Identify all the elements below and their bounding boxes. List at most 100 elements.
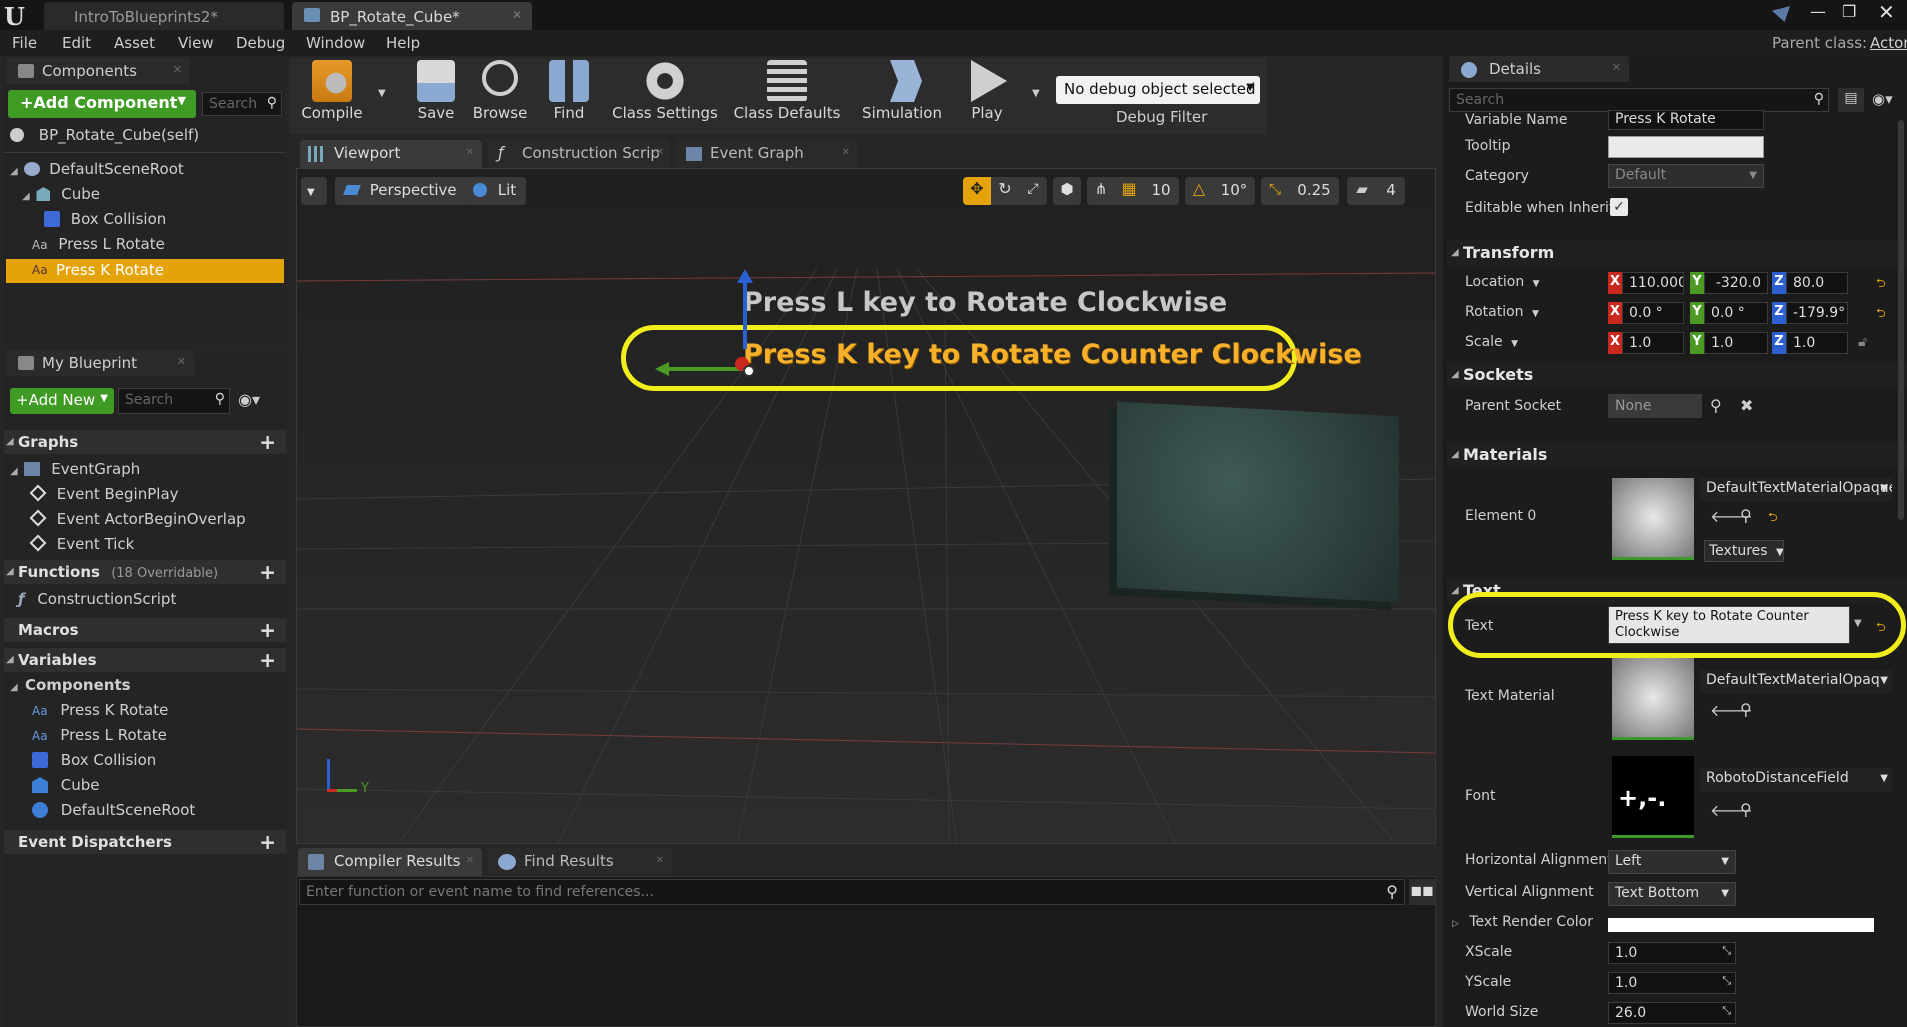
- expand-arrow-icon[interactable]: ◢: [10, 682, 18, 693]
- add-graph-button[interactable]: +: [259, 430, 276, 454]
- close-icon[interactable]: ✕: [466, 147, 474, 158]
- tree-item-cube[interactable]: ◢ Cube: [22, 185, 100, 203]
- grid-snap-value[interactable]: 10: [1143, 177, 1179, 205]
- maximize-icon[interactable]: ❐: [1842, 2, 1856, 21]
- scale-snap-value[interactable]: 0.25: [1289, 177, 1339, 205]
- menu-window[interactable]: Window: [306, 34, 365, 52]
- camera-speed-value[interactable]: 4: [1377, 177, 1405, 205]
- sockets-header[interactable]: ◢ Sockets: [1447, 362, 1907, 388]
- play-options-chevron-icon[interactable]: ▼: [1032, 88, 1040, 99]
- reset-to-default-icon[interactable]: ⮌: [1876, 618, 1886, 639]
- scale-z-field[interactable]: 1.0: [1786, 332, 1848, 354]
- close-icon[interactable]: ✕: [656, 855, 664, 866]
- lit-button[interactable]: Lit: [463, 177, 527, 205]
- close-icon[interactable]: ✕: [512, 8, 522, 22]
- scale-label[interactable]: Scale ▼: [1465, 334, 1518, 350]
- rotation-snap-value[interactable]: 10°: [1213, 177, 1255, 205]
- surface-snap-icon[interactable]: ⋔: [1087, 177, 1115, 205]
- close-window-icon[interactable]: ✕: [1878, 0, 1895, 24]
- browse-asset-icon[interactable]: ⚲: [1740, 700, 1752, 719]
- menu-asset[interactable]: Asset: [114, 34, 155, 52]
- material-thumbnail[interactable]: [1612, 478, 1694, 560]
- add-macro-button[interactable]: +: [259, 618, 276, 642]
- close-icon[interactable]: ✕: [656, 147, 664, 158]
- element-0-material-dropdown[interactable]: DefaultTextMaterialOpaque ▼: [1700, 478, 1892, 502]
- components-tab[interactable]: Components ✕: [6, 58, 190, 84]
- location-x-field[interactable]: 110.000: [1622, 272, 1684, 294]
- browse-button[interactable]: Browse: [470, 60, 530, 122]
- compile-button[interactable]: Compile: [300, 60, 364, 122]
- menu-edit[interactable]: Edit: [62, 34, 91, 52]
- rotate-mode-icon[interactable]: ↻: [991, 177, 1019, 205]
- transform-header[interactable]: ◢ Transform: [1447, 240, 1907, 266]
- horizontal-alignment-dropdown[interactable]: Left ▼: [1608, 850, 1736, 874]
- pin-icon[interactable]: [1772, 6, 1790, 22]
- scale-y-field[interactable]: 1.0: [1704, 332, 1768, 354]
- reset-to-default-icon[interactable]: ⮌: [1876, 274, 1886, 295]
- world-local-icon[interactable]: ⬢: [1053, 177, 1081, 205]
- visibility-eye-icon[interactable]: ◉▾: [1872, 90, 1893, 108]
- add-component-button[interactable]: +Add Component ▼: [8, 90, 196, 118]
- components-subheader[interactable]: ◢ Components: [10, 676, 131, 694]
- macros-header[interactable]: Macros +: [4, 618, 286, 642]
- perspective-button[interactable]: Perspective: [335, 177, 467, 205]
- find-references-input[interactable]: Enter function or event name to find ref…: [299, 879, 1405, 905]
- find-results-tab[interactable]: Find Results ✕: [488, 848, 672, 876]
- debug-object-select[interactable]: No debug object selected ▼: [1056, 76, 1260, 104]
- browse-asset-icon[interactable]: ⚲: [1740, 506, 1752, 525]
- event-dispatchers-header[interactable]: Event Dispatchers +: [4, 830, 286, 854]
- play-button[interactable]: Play: [958, 60, 1016, 122]
- tree-item-box-collision[interactable]: Box Collision: [44, 210, 166, 228]
- close-icon[interactable]: ✕: [177, 355, 186, 368]
- text-material-thumbnail[interactable]: [1612, 658, 1694, 740]
- press-k-text-render[interactable]: Press K key to Rotate Counter Clockwise: [743, 339, 1362, 370]
- editor-tab-viewport[interactable]: Viewport ✕: [300, 140, 482, 168]
- functions-header[interactable]: ◢ Functions (18 Overridable) +: [4, 560, 286, 584]
- visibility-eye-icon[interactable]: ◉▾: [238, 390, 260, 409]
- find-in-all-blueprints-icon[interactable]: ◼◼: [1409, 879, 1435, 905]
- tooltip-field[interactable]: [1608, 136, 1764, 158]
- menu-debug[interactable]: Debug: [236, 34, 285, 52]
- clear-socket-icon[interactable]: ✖: [1740, 396, 1753, 415]
- details-scrollbar[interactable]: [1898, 120, 1904, 520]
- editor-tab-construction-script[interactable]: ƒ Construction Scrip ✕: [488, 140, 670, 168]
- rotation-x-field[interactable]: 0.0 °: [1622, 302, 1684, 324]
- editable-when-inherited-checkbox[interactable]: ✓: [1610, 198, 1628, 216]
- materials-header[interactable]: ◢ Materials: [1447, 442, 1907, 468]
- details-tab[interactable]: Details ✕: [1449, 56, 1629, 82]
- minimize-icon[interactable]: —: [1810, 2, 1826, 21]
- tree-item-event-tick[interactable]: Event Tick: [29, 534, 134, 553]
- tree-item-press-l-rotate[interactable]: Aa Press L Rotate: [32, 235, 165, 253]
- components-search-input[interactable]: Search ⚲: [202, 92, 282, 116]
- expand-arrow-icon[interactable]: ◢: [10, 466, 18, 477]
- gizmo-z-axis-icon[interactable]: [743, 281, 747, 349]
- add-dispatcher-button[interactable]: +: [259, 830, 276, 854]
- camera-speed-icon[interactable]: ▰: [1347, 177, 1377, 205]
- yscale-field[interactable]: 1.0 ⤡: [1608, 972, 1736, 994]
- gizmo-y-axis-icon[interactable]: [667, 367, 745, 371]
- variable-name-field[interactable]: Press K Rotate: [1608, 110, 1764, 130]
- self-item[interactable]: BP_Rotate_Cube(self): [10, 126, 199, 144]
- location-z-field[interactable]: 80.0: [1786, 272, 1848, 294]
- scale-mode-icon[interactable]: ⤢: [1019, 177, 1047, 205]
- lock-icon[interactable]: 🔓︎: [1858, 334, 1867, 350]
- font-dropdown[interactable]: RobotoDistanceField ▼: [1700, 768, 1892, 792]
- location-label[interactable]: Location ▼: [1465, 274, 1540, 290]
- text-render-color-label[interactable]: ▷ Text Render Color: [1452, 914, 1593, 930]
- tree-item-eventgraph[interactable]: ◢ EventGraph: [10, 460, 140, 478]
- viewport-options-button[interactable]: ▼: [301, 177, 327, 205]
- text-property-field[interactable]: Press K key to Rotate Counter Clockwise: [1608, 606, 1850, 644]
- my-blueprint-tab[interactable]: My Blueprint ✕: [6, 350, 194, 376]
- viewport[interactable]: ▼ Perspective Lit ✥ ↻ ⤢ ⬢ ⋔ ▦ 10 △ 10° ⤡…: [296, 168, 1436, 844]
- class-settings-button[interactable]: Class Settings: [612, 60, 718, 122]
- variable-box-collision[interactable]: Box Collision: [32, 751, 156, 769]
- variable-press-l-rotate[interactable]: Aa Press L Rotate: [32, 726, 167, 744]
- variable-defaultsceneroot[interactable]: DefaultSceneRoot: [32, 801, 195, 819]
- scale-snap-icon[interactable]: ⤡: [1261, 177, 1289, 205]
- location-y-field[interactable]: -320.0: [1704, 272, 1768, 294]
- property-matrix-icon[interactable]: ▤: [1838, 88, 1864, 112]
- editor-tab-event-graph[interactable]: Event Graph ✕: [676, 140, 858, 168]
- compile-options-chevron-icon[interactable]: ▼: [378, 88, 386, 99]
- browse-asset-icon[interactable]: ⚲: [1740, 800, 1752, 819]
- parent-class-value[interactable]: Actor: [1870, 34, 1907, 52]
